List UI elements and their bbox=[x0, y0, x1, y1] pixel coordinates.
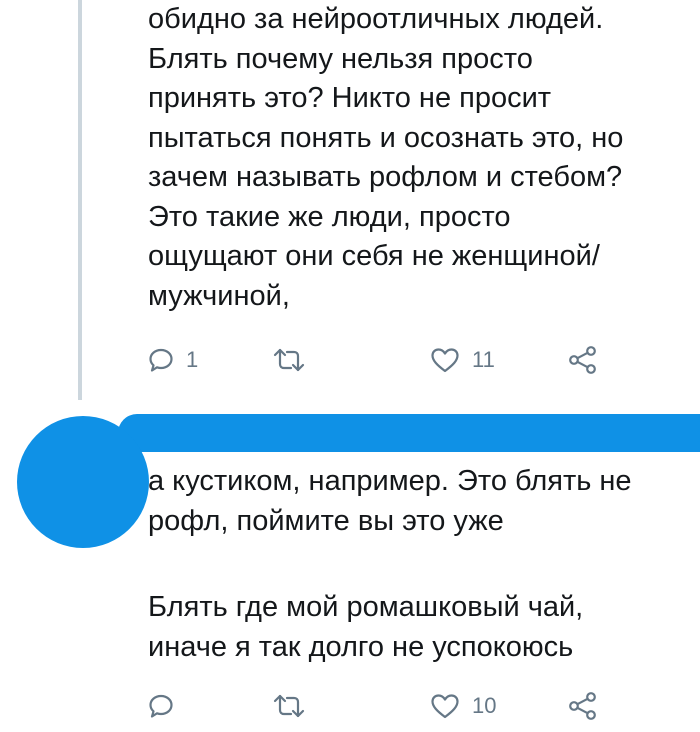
like-icon bbox=[430, 347, 460, 373]
retweet-icon bbox=[272, 693, 306, 719]
like-icon bbox=[430, 693, 460, 719]
tweet-2-action-bar: 10 bbox=[148, 686, 628, 726]
like-button[interactable]: 10 bbox=[430, 686, 496, 726]
reply-button[interactable]: 1 bbox=[148, 340, 198, 380]
like-button[interactable]: 11 bbox=[430, 340, 495, 380]
reply-icon bbox=[148, 347, 174, 373]
tweet-1-action-bar: 1 11 bbox=[148, 340, 628, 380]
like-count: 11 bbox=[472, 347, 495, 372]
reply-icon bbox=[148, 693, 174, 719]
thread-connector-line bbox=[78, 0, 82, 400]
avatar[interactable] bbox=[17, 416, 149, 548]
share-button[interactable] bbox=[568, 340, 598, 380]
reply-count: 1 bbox=[186, 347, 199, 372]
retweet-icon bbox=[272, 347, 306, 373]
share-icon bbox=[568, 691, 598, 721]
redacted-username-bar bbox=[118, 414, 700, 452]
like-count: 10 bbox=[472, 693, 497, 718]
retweet-button[interactable] bbox=[272, 340, 318, 380]
share-icon bbox=[568, 345, 598, 375]
tweet-2-text-part-1: а кустиком, например. Это блять не рофл,… bbox=[148, 465, 632, 537]
tweet-1-text: обидно за нейроотличных людей. Блять поч… bbox=[148, 3, 624, 312]
share-button[interactable] bbox=[568, 686, 598, 726]
reply-button[interactable] bbox=[148, 686, 186, 726]
tweet-2-text-part-2: Блять где мой ромашковый чай, иначе я та… bbox=[148, 591, 584, 663]
retweet-button[interactable] bbox=[272, 686, 318, 726]
